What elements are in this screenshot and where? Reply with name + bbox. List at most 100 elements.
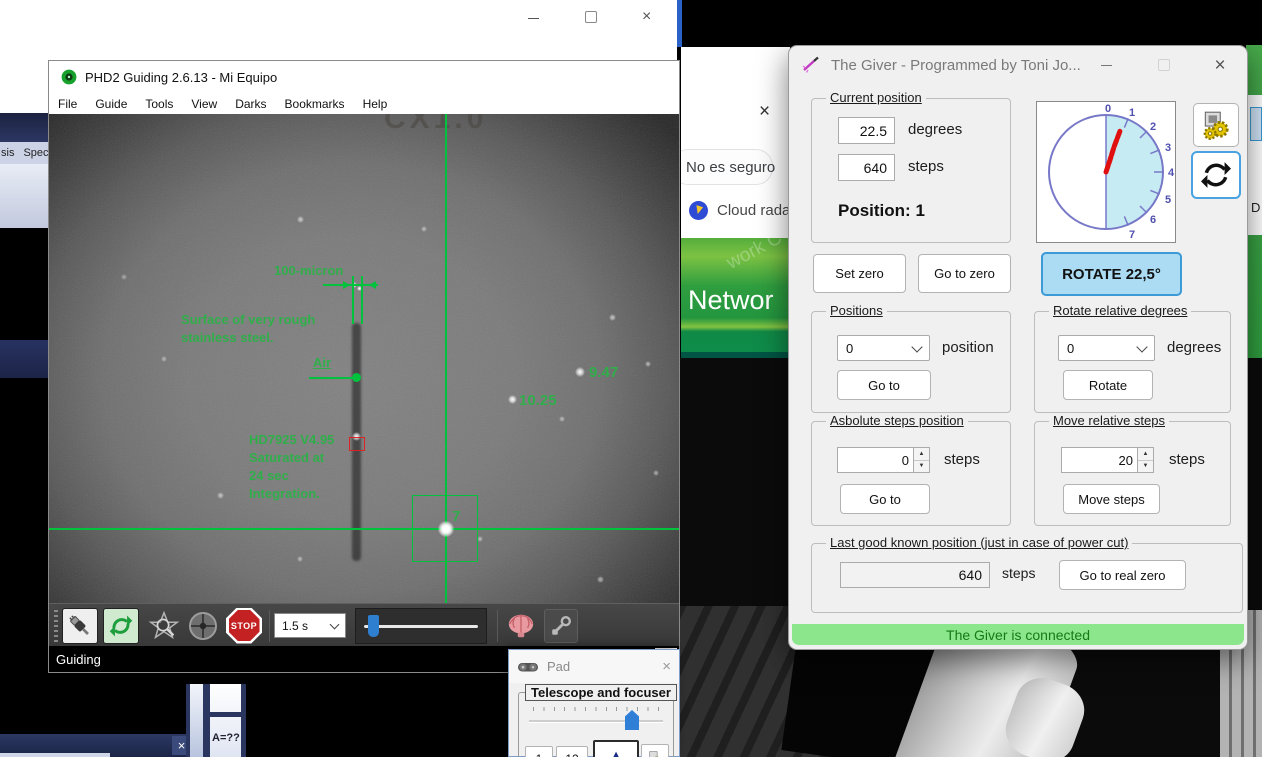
focuser-slider-thumb[interactable]	[625, 710, 639, 730]
star-mag-1: 9.47	[589, 364, 618, 381]
menu-tools[interactable]: Tools	[136, 97, 182, 111]
background-window-close-button[interactable]: ×	[642, 9, 651, 25]
positions-combo[interactable]: 0	[837, 335, 930, 361]
rotate-main-button[interactable]: ROTATE 22,5°	[1041, 252, 1182, 296]
pad-window: Pad × Telescope and focuser 1 12 ▲	[508, 649, 680, 757]
spin-up-icon[interactable]: ▲	[1138, 448, 1153, 461]
positions-go-to-button[interactable]: Go to	[837, 370, 931, 400]
hd-label-line2: Saturated at	[249, 450, 324, 465]
camera-setup-button[interactable]	[544, 609, 578, 643]
dial-number: 6	[1150, 214, 1156, 226]
giver-status-text: The Giver is connected	[946, 627, 1090, 643]
background-window-minimize-button[interactable]	[523, 8, 543, 28]
last-good-field[interactable]: 640	[840, 562, 990, 588]
menu-help[interactable]: Help	[354, 97, 397, 111]
fragment-label: A=??	[212, 732, 240, 744]
field-star	[121, 274, 127, 280]
toolbar-separator	[497, 610, 498, 642]
field-star	[559, 416, 565, 422]
slider-track	[364, 625, 478, 628]
desktop: × sis Spec × No es seguro Cloud rada wor…	[0, 0, 1262, 757]
phd2-logo-icon	[61, 69, 77, 85]
up-triangle-icon: ▲	[608, 749, 624, 757]
banner-watermark: work C	[723, 238, 786, 275]
current-position-group: Current position 22.5 degrees 640 steps …	[811, 98, 1011, 243]
move-steps-button[interactable]: Move steps	[1063, 484, 1160, 514]
slider-thumb[interactable]	[368, 615, 379, 637]
rotate-relative-button[interactable]: Rotate	[1063, 370, 1153, 400]
dial-number: 3	[1165, 142, 1171, 154]
menu-guide[interactable]: Guide	[86, 97, 136, 111]
left-menu-item-a[interactable]: sis	[1, 147, 14, 159]
giver-titlebar[interactable]: The Giver - Programmed by Toni Jo... ×	[789, 46, 1247, 84]
connect-equipment-button[interactable]	[62, 608, 98, 644]
absolute-steps-go-to-button[interactable]: Go to	[840, 484, 930, 514]
micron-arrow-right	[365, 281, 376, 289]
steps-field[interactable]: 640	[838, 154, 895, 181]
left-fragment-white	[0, 60, 48, 113]
toolbar-gripper[interactable]	[54, 610, 58, 642]
pad-button-12[interactable]: 12	[556, 746, 588, 757]
pad-close-button[interactable]: ×	[662, 658, 671, 675]
spin-buttons[interactable]: ▲ ▼	[913, 448, 929, 472]
positions-unit: position	[942, 339, 994, 356]
rotator-dial-graphic: 0 1 2 3 4 5 6 7	[1037, 102, 1175, 242]
rotate-relative-combo[interactable]: 0	[1058, 335, 1155, 361]
spin-down-icon[interactable]: ▼	[1138, 461, 1153, 473]
pad-setup-button[interactable]	[641, 744, 669, 757]
exposure-select[interactable]: 1.5 s	[274, 613, 346, 638]
giver-minimize-button[interactable]	[1091, 50, 1121, 80]
left-menu-item-b[interactable]: Spec	[23, 147, 48, 159]
security-chip[interactable]: No es seguro	[681, 149, 773, 185]
right-edge-letter: D	[1251, 200, 1260, 215]
move-relative-spinner[interactable]: 20 ▲ ▼	[1061, 447, 1154, 473]
suggestion-row[interactable]: Cloud rada	[689, 197, 790, 223]
last-good-unit: steps	[1002, 565, 1035, 581]
stop-button[interactable]: STOP	[226, 608, 262, 644]
menu-view[interactable]: View	[182, 97, 226, 111]
menu-file[interactable]: File	[49, 97, 86, 111]
spin-down-icon[interactable]: ▼	[914, 461, 929, 473]
phd2-toolbar: STOP 1.5 s	[49, 603, 679, 647]
gears-icon	[647, 750, 663, 757]
pad-button-1[interactable]: 1	[525, 746, 553, 757]
current-position-label: Current position	[826, 90, 926, 105]
right-edge-card: D	[1248, 95, 1262, 235]
auto-select-star-button[interactable]	[145, 608, 183, 644]
absolute-steps-spinner[interactable]: 0 ▲ ▼	[837, 447, 930, 473]
gears-setup-button[interactable]	[1193, 103, 1239, 147]
guide-button[interactable]	[183, 608, 223, 644]
usb-connect-icon	[67, 613, 93, 639]
spin-buttons[interactable]: ▲ ▼	[1137, 448, 1153, 472]
hd-label-line4: Integration.	[249, 486, 320, 501]
field-star	[421, 226, 427, 232]
saturated-star-box	[349, 437, 365, 451]
guide-camera-image[interactable]: CX1.0	[49, 114, 679, 603]
background-window-maximize-button[interactable]	[581, 7, 601, 27]
set-zero-button[interactable]: Set zero	[813, 254, 906, 293]
field-star	[609, 314, 616, 321]
loop-exposures-button[interactable]	[103, 608, 139, 644]
spin-up-icon[interactable]: ▲	[914, 448, 929, 461]
right-edge-icon-fragment	[1250, 107, 1262, 141]
air-label: Air	[313, 355, 331, 370]
exposure-slider[interactable]	[355, 608, 487, 644]
go-to-zero-button[interactable]: Go to zero	[918, 254, 1011, 293]
refresh-connection-button[interactable]	[1191, 151, 1241, 199]
pad-titlebar[interactable]: Pad ×	[509, 650, 679, 683]
giver-maximize-button[interactable]	[1149, 50, 1179, 80]
advanced-settings-button[interactable]	[502, 609, 540, 643]
giver-window: The Giver - Programmed by Toni Jo... × C…	[788, 45, 1248, 650]
pad-up-button[interactable]: ▲	[593, 740, 639, 757]
loop-icon	[108, 613, 134, 639]
browser-close-button[interactable]: ×	[759, 102, 770, 121]
menu-darks[interactable]: Darks	[226, 97, 275, 111]
measured-star-2	[508, 395, 517, 404]
go-to-real-zero-button[interactable]: Go to real zero	[1059, 560, 1186, 590]
degrees-field[interactable]: 22.5	[838, 117, 895, 144]
focuser-slider-track[interactable]	[529, 720, 663, 723]
menu-bookmarks[interactable]: Bookmarks	[276, 97, 354, 111]
giver-close-button[interactable]: ×	[1205, 50, 1235, 80]
phd2-titlebar[interactable]: PHD2 Guiding 2.6.13 - Mi Equipo	[49, 61, 679, 93]
dropdown-chevron-icon	[330, 619, 340, 629]
